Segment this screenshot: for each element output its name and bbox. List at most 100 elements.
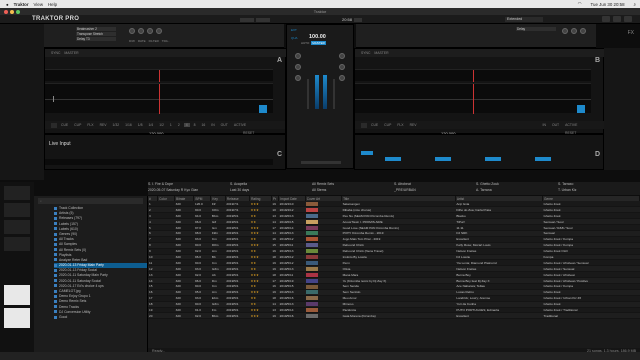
favorite-4[interactable]: S. Afrobeat _PRE/URBAN xyxy=(394,182,476,195)
deck-a-loop-1[interactable]: 1 xyxy=(168,123,174,127)
cover-art-thumbnail xyxy=(306,231,319,236)
deck-b-in[interactable]: IN xyxy=(541,123,548,127)
apple-icon[interactable]: ● xyxy=(6,2,9,7)
deck-b-stripe[interactable] xyxy=(355,69,591,82)
deck-d-letter: D xyxy=(594,151,600,158)
deck-a-loop-button[interactable] xyxy=(259,105,267,113)
deck-a-letter: A xyxy=(276,57,282,64)
deck-a-loop-8[interactable]: 8 xyxy=(192,123,198,127)
deck-b-rev[interactable]: REV xyxy=(408,123,419,127)
deck-b-waveform[interactable] xyxy=(355,83,591,114)
tree-item-label: Demo Remix Sets xyxy=(59,299,87,304)
deck-a-loop-1-32[interactable]: 1/32 xyxy=(111,123,122,127)
wifi-icon[interactable]: ◠ xyxy=(578,1,582,7)
deck-c-letter: C xyxy=(276,151,282,158)
eq-lo-b[interactable] xyxy=(339,75,345,81)
fx-right-select-1[interactable]: Delay xyxy=(516,27,556,31)
mixer-ext[interactable]: EXT xyxy=(291,28,297,32)
eq-mid-b[interactable] xyxy=(339,64,345,70)
fx-left-knob-3[interactable] xyxy=(147,28,154,34)
fullscreen-button[interactable] xyxy=(602,16,610,22)
tree-item-label: Demo Enjoy Grupo 1 xyxy=(59,294,91,299)
menu-view[interactable]: View xyxy=(34,2,43,7)
deck-a-rev[interactable]: REV xyxy=(98,123,109,127)
favorite-3[interactable]: All Remix Sets All Stems xyxy=(312,182,394,195)
deck-a-loop-1-4[interactable]: 1/4 xyxy=(146,123,155,127)
tree-item-label: CAMELOT.jpg xyxy=(59,289,81,293)
tree-item-label: Labels (157) xyxy=(59,221,78,226)
favorite-6[interactable]: S. Tarraxo T. Urban Kiz xyxy=(558,182,640,195)
minimize-window-button[interactable] xyxy=(10,9,14,14)
deck-a-play-button[interactable] xyxy=(51,122,57,128)
favorite-5[interactable]: S. Ghetto Zouk A. Tarrana xyxy=(476,182,558,195)
deck-a-waveform[interactable] xyxy=(45,83,273,114)
favorite-2[interactable]: S. Acapella Last 30 days xyxy=(230,182,312,195)
deck-b-cue[interactable]: CUE xyxy=(369,123,380,127)
eq-hi-a[interactable] xyxy=(295,53,301,59)
deck-a-master[interactable]: MASTER xyxy=(64,51,78,55)
deck-c: Live Input C xyxy=(44,134,286,170)
deck-b-play-button[interactable] xyxy=(361,122,367,128)
deck-a-loop-2[interactable]: 2 xyxy=(176,123,182,127)
tree-search[interactable]: ⌕ xyxy=(38,198,143,204)
mixer-qua[interactable]: QUA xyxy=(291,36,298,40)
deck-b-loop-button[interactable] xyxy=(577,105,585,113)
deck-a-sync[interactable]: SYNC xyxy=(51,51,60,55)
eq-mid-a[interactable] xyxy=(295,64,301,70)
master-tempo[interactable]: 100.00 xyxy=(309,34,326,40)
menu-traktor[interactable]: Traktor xyxy=(14,2,29,7)
channel-b-fader[interactable] xyxy=(333,79,335,109)
favorite-1[interactable]: S. I. Fire & Dope 2020-05-07 Saturday R K… xyxy=(148,182,230,195)
fx-left-select-1[interactable]: Beatmasher 2 xyxy=(76,27,116,31)
deck-d-sync-button[interactable] xyxy=(361,151,373,155)
layout-select[interactable]: Extended xyxy=(505,16,543,22)
header-meters: 20:58 xyxy=(240,17,363,22)
deck-b-flx[interactable]: FLX xyxy=(395,123,405,127)
deck-a-loop-4[interactable]: 4 xyxy=(183,123,190,127)
fx-left-select-2[interactable]: Transpose Stretch xyxy=(76,32,116,36)
fx-right-knob-3[interactable] xyxy=(580,28,587,34)
close-window-button[interactable] xyxy=(4,9,8,14)
master-auto[interactable]: AUTO xyxy=(301,41,309,45)
deck-a-loop-1-2[interactable]: 1/2 xyxy=(157,123,166,127)
tree-item[interactable]: Good xyxy=(54,315,147,320)
deck-a-cup[interactable]: CUP xyxy=(72,123,83,127)
search-icon[interactable]: ⌕ xyxy=(634,2,636,7)
deck-a-stripe[interactable] xyxy=(45,69,273,82)
deck-a-loop-1-16[interactable]: 1/16 xyxy=(123,123,134,127)
table-cell: Bbm xyxy=(210,312,226,320)
deck-a-loop-1-8[interactable]: 1/8 xyxy=(136,123,145,127)
preferences-button[interactable] xyxy=(613,16,621,22)
clock[interactable]: Tue Jun 30 20:58 xyxy=(591,2,625,7)
favorite-1-sub: 2020-05-07 Saturday R Kyo Gian xyxy=(148,187,199,192)
table-row[interactable]: 20 320 92.0 Bbm 2019/5/1 ★★★ 19 2019/5/16 Gata M… xyxy=(148,312,640,320)
master-master[interactable]: MASTER xyxy=(311,41,326,45)
deck-a-cue[interactable]: CUE xyxy=(59,123,70,127)
deck-b-active[interactable]: ACTIVE xyxy=(563,123,579,127)
deck-b-master[interactable]: MASTER xyxy=(374,51,388,55)
eq-hi-b[interactable] xyxy=(339,53,345,59)
fx-left-knob-2[interactable] xyxy=(138,28,145,34)
deck-a-loop-16[interactable]: 16 xyxy=(199,123,207,127)
fx-right-knob-1[interactable] xyxy=(562,28,568,34)
eq-lo-a[interactable] xyxy=(295,75,301,81)
deck-b-cup[interactable]: CUP xyxy=(382,123,393,127)
deck-b-out[interactable]: OUT xyxy=(550,123,561,127)
fx-right-knob-2[interactable] xyxy=(571,28,578,34)
deck-a-in[interactable]: IN xyxy=(209,123,216,127)
zoom-window-button[interactable] xyxy=(16,9,20,14)
menu-help[interactable]: Help xyxy=(48,2,57,7)
deck-b-sync[interactable]: SYNC xyxy=(361,51,370,55)
fx-left-knob-4[interactable] xyxy=(156,28,163,34)
tree-item-label: Demo Tracks xyxy=(59,304,79,309)
fx-left-knob-1[interactable] xyxy=(129,28,135,34)
fx-left-select-3[interactable]: Delay T3 xyxy=(76,37,116,41)
crossfader[interactable] xyxy=(301,161,341,164)
record-button[interactable] xyxy=(624,16,632,22)
deck-a-out[interactable]: OUT xyxy=(219,123,230,127)
deck-a-flx[interactable]: FLX xyxy=(85,123,95,127)
table-cell: Gata Morena (Kizomba) xyxy=(341,312,456,320)
channel-a-fader[interactable] xyxy=(307,79,309,109)
table-cell: 20 xyxy=(148,312,158,320)
deck-a-active[interactable]: ACTIVE xyxy=(232,123,248,127)
